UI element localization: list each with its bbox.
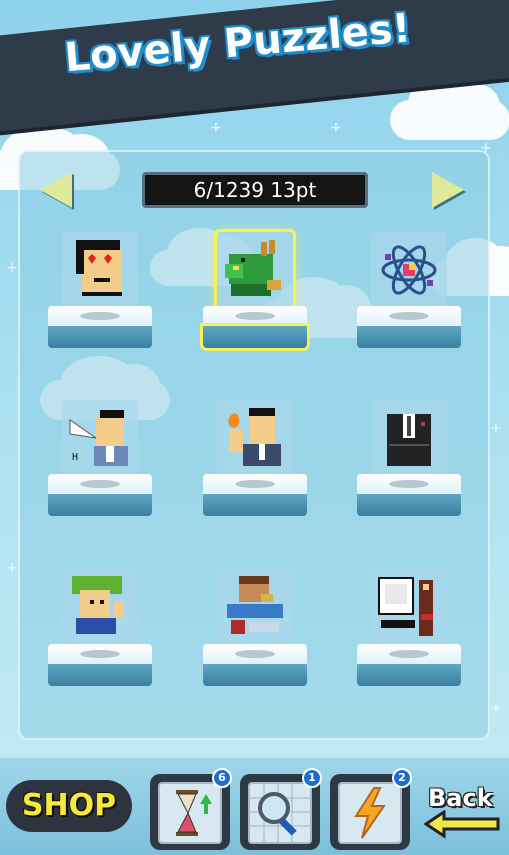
pedestal-base [48,326,152,348]
green-hair-hero-icon [72,576,124,634]
green-dragon-icon [225,240,281,296]
pedestal [203,644,307,664]
pedestal [48,644,152,664]
back-arrow-icon [423,810,500,839]
man-with-flame-puzzle[interactable] [203,400,307,528]
magnifier-item-button[interactable]: 1 [240,768,322,850]
pedestal-base [203,326,307,348]
pedestal [357,474,461,494]
lightning-item-button[interactable]: 2 [330,768,412,850]
svg-text:H: H [72,452,78,463]
calendar-sign-puzzle[interactable] [357,570,461,698]
item-frame [158,782,222,844]
pedestal [48,306,152,326]
pedestal-base [357,664,461,686]
gamer-desk-puzzle[interactable] [203,570,307,698]
sparkle-decoration: + [330,120,342,136]
gamer-desk-icon [227,576,283,634]
man-with-flame-icon [228,408,281,466]
pedestal-base [48,494,152,516]
item-count-badge: 1 [302,768,322,788]
heart-eyes-man-puzzle[interactable] [48,232,152,360]
item-count-badge: 2 [392,768,412,788]
shop-button[interactable]: SHOP [6,780,132,832]
suited-man-puzzle[interactable] [357,400,461,528]
item-frame [248,782,312,844]
businessman-side-puzzle[interactable]: H [48,400,152,528]
lightning-icon [354,787,386,839]
atom-molecule-puzzle[interactable] [357,232,461,360]
sparkle-decoration: + [6,260,18,276]
left-arrow-icon[interactable] [40,172,72,208]
right-arrow-icon[interactable] [432,172,464,208]
pedestal [203,474,307,494]
back-button[interactable]: Back [422,784,506,840]
pedestal-base [357,494,461,516]
pedestal [357,644,461,664]
green-dragon-puzzle[interactable] [203,232,307,360]
businessman-side-icon: H [69,410,128,466]
hourglass-item-button[interactable]: 6 [150,768,232,850]
hourglass-icon [176,790,212,836]
cloud-decoration [390,76,509,140]
heart-eyes-man-icon [76,240,122,296]
sparkle-decoration: + [210,120,222,136]
atom-icon [381,245,437,295]
pedestal-base [203,494,307,516]
pedestal [203,306,307,326]
suited-man-icon [387,414,431,466]
sparkle-decoration: + [490,420,502,436]
pedestal [357,306,461,326]
puzzle-counter: 6/1239 13pt [142,172,368,208]
sparkle-decoration: + [6,560,18,576]
pedestal-base [203,664,307,686]
item-frame [338,782,402,844]
pedestal-base [357,326,461,348]
pedestal [48,474,152,494]
green-hair-hero-puzzle[interactable] [48,570,152,698]
calendar-sign-icon [378,577,433,636]
pedestal-base [48,664,152,686]
sparkle-decoration: + [490,700,502,716]
magnifier-icon [250,784,310,842]
item-count-badge: 6 [212,768,232,788]
